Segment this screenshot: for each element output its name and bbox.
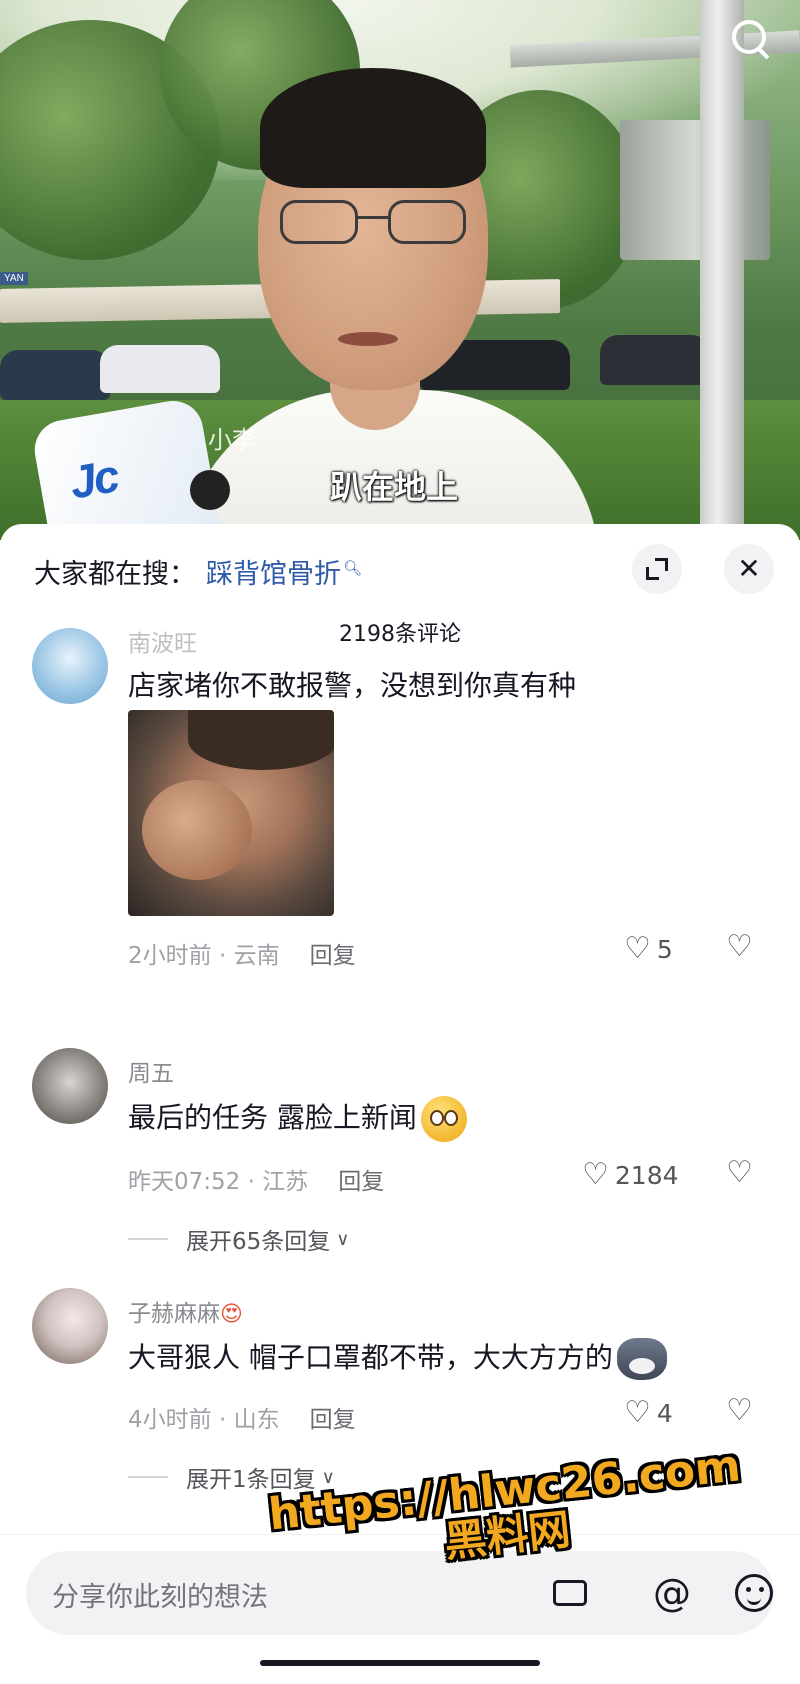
video-sign: YAN — [0, 272, 28, 285]
like-button[interactable]: ♡ 2184 — [582, 1160, 679, 1190]
heart-icon: ♡ — [624, 1395, 651, 1430]
comment-image[interactable] — [128, 710, 334, 916]
close-icon: ✕ — [737, 552, 761, 585]
comment-username[interactable]: 子赫麻麻😍 — [128, 1294, 243, 1328]
search-icon[interactable] — [726, 14, 776, 64]
microphone-logo: Jc — [65, 449, 122, 509]
dislike-icon[interactable]: ♡ — [726, 1158, 753, 1188]
like-count: 2184 — [614, 1160, 679, 1190]
reply-button[interactable]: 回复 — [338, 1169, 384, 1195]
comment-text: 大哥狠人 帽子口罩都不带，大大方方的 — [128, 1336, 667, 1380]
video-car — [0, 350, 110, 400]
comment-username-text: 子赫麻麻 — [128, 1301, 220, 1327]
avatar[interactable] — [32, 1288, 108, 1364]
comment-time-location: 4小时前 · 山东 — [128, 1407, 280, 1433]
trending-search[interactable]: 大家都在搜： 踩背馆骨折 🔍︎ — [34, 552, 362, 591]
search-icon: 🔍︎ — [343, 559, 363, 577]
name-caption: 小李 — [208, 426, 256, 454]
heart-icon: ♡ — [582, 1157, 609, 1192]
video-pole — [700, 0, 744, 540]
interviewee-mouth — [338, 332, 398, 346]
emoji-icon[interactable] — [730, 1569, 778, 1617]
comment-time-location: 昨天07:52 · 江苏 — [128, 1169, 309, 1195]
expand-button[interactable] — [632, 544, 682, 594]
comment-time-location: 2小时前 · 云南 — [128, 943, 280, 969]
heart-eyes-emoji-icon: 😍 — [220, 1302, 243, 1327]
smile-emoji-icon — [420, 1096, 467, 1142]
glasses — [280, 200, 470, 246]
like-button[interactable]: ♡ 4 — [624, 1398, 673, 1428]
close-button[interactable]: ✕ — [724, 544, 774, 594]
avatar[interactable] — [32, 628, 108, 704]
reply-button[interactable]: 回复 — [310, 1407, 356, 1433]
like-count: 5 — [656, 934, 673, 964]
at-icon[interactable]: @ — [648, 1569, 696, 1617]
comment-text: 店家堵你不敢报警，没想到你真有种 — [128, 669, 577, 702]
dog-emoji-icon — [616, 1338, 667, 1380]
divider — [128, 1238, 168, 1240]
interviewee-hair — [260, 68, 486, 188]
dislike-icon[interactable]: ♡ — [726, 1396, 753, 1426]
dislike-icon[interactable]: ♡ — [726, 932, 753, 962]
avatar[interactable] — [32, 1048, 108, 1124]
comment-username[interactable]: 周五 — [128, 1054, 174, 1088]
video-player[interactable]: YAN Jc 小李 趴在地上 — [0, 0, 800, 540]
comment-input-placeholder: 分享你此刻的想法 — [52, 1582, 268, 1613]
comment-meta: 昨天07:52 · 江苏 回复 — [128, 1162, 384, 1196]
comment-count: 2198条评论 — [339, 622, 461, 647]
expand-replies-button[interactable]: 展开65条回复 ∨ — [128, 1222, 349, 1256]
comment-meta: 4小时前 · 山东 回复 — [128, 1400, 356, 1434]
expand-icon — [646, 558, 668, 580]
chevron-down-icon: ∨ — [336, 1228, 350, 1250]
home-indicator[interactable] — [260, 1660, 540, 1666]
reply-button[interactable]: 回复 — [310, 943, 356, 969]
like-button[interactable]: ♡ 5 — [624, 934, 673, 964]
comment-text-content: 大哥狠人 帽子口罩都不带，大大方方的 — [128, 1341, 613, 1374]
divider — [128, 1476, 168, 1478]
expand-replies-label: 展开65条回复 — [186, 1229, 331, 1255]
comment-text-content: 最后的任务 露脸上新闻 — [128, 1101, 417, 1134]
comment-meta: 2小时前 · 云南 回复 — [128, 936, 356, 970]
trending-search-prefix: 大家都在搜： — [34, 559, 196, 590]
video-signal-box — [620, 120, 770, 260]
image-icon[interactable] — [546, 1569, 594, 1617]
comment-text: 最后的任务 露脸上新闻 — [128, 1096, 467, 1142]
heart-icon: ♡ — [624, 931, 651, 966]
comment-username[interactable]: 南波旺 — [128, 624, 197, 658]
microphone-head — [190, 470, 230, 510]
trending-search-keyword[interactable]: 踩背馆骨折 — [206, 552, 341, 591]
video-subtitle: 趴在地上 — [330, 468, 459, 506]
like-count: 4 — [656, 1398, 673, 1428]
video-car — [600, 335, 710, 385]
